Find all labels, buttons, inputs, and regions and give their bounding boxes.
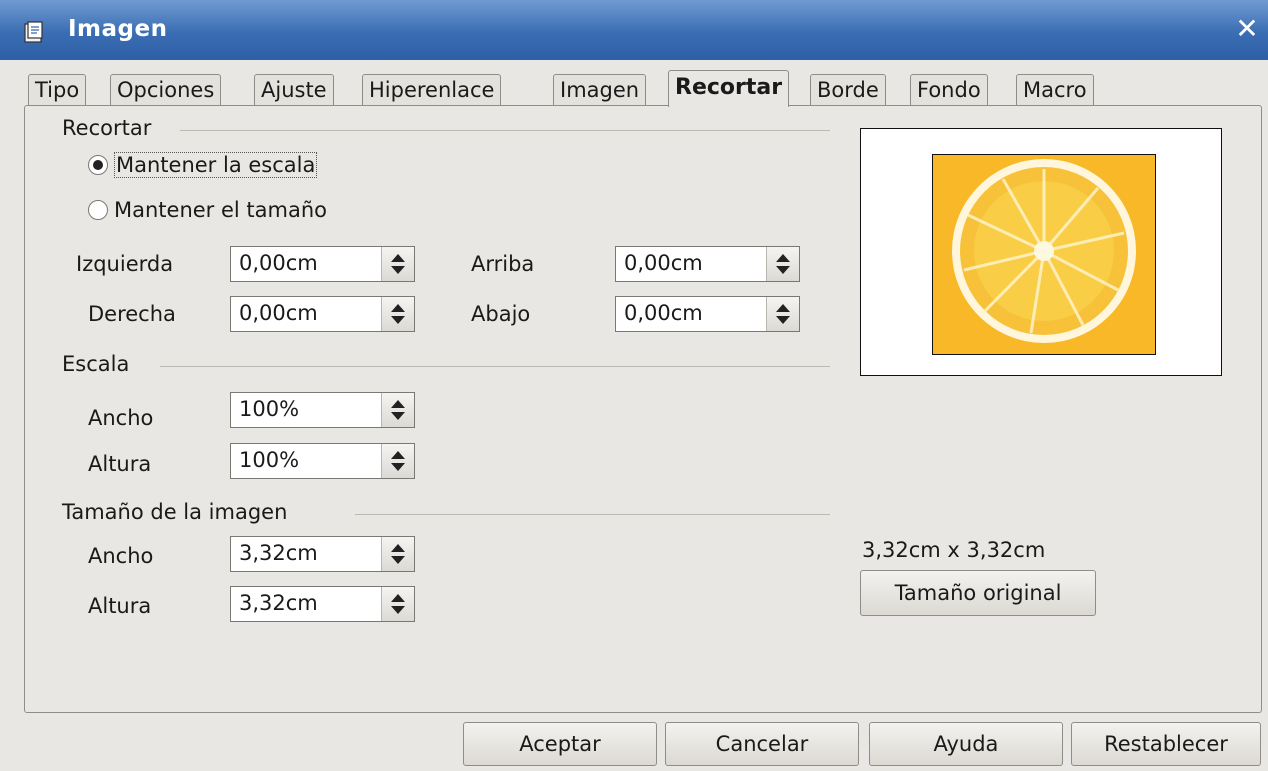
crop-section-label: Recortar xyxy=(62,116,160,140)
document-icon xyxy=(24,21,43,43)
crop-top-value: 0,00cm xyxy=(624,251,703,275)
crop-right-value: 0,00cm xyxy=(239,301,318,325)
image-dimensions-text: 3,32cm x 3,32cm xyxy=(862,538,1046,562)
spin-up-down-icon[interactable] xyxy=(381,247,414,281)
section-divider xyxy=(355,514,830,515)
tab-tipo[interactable]: Tipo xyxy=(28,74,87,105)
tab-opciones[interactable]: Opciones xyxy=(110,74,222,105)
crop-bottom-value: 0,00cm xyxy=(624,301,703,325)
crop-left-label: Izquierda xyxy=(76,252,174,276)
scale-section-label: Escala xyxy=(62,352,138,376)
help-button[interactable]: Ayuda xyxy=(869,722,1063,766)
crop-bottom-label: Abajo xyxy=(471,302,531,326)
ok-button[interactable]: Aceptar xyxy=(463,722,657,766)
image-size-section-label: Tamaño de la imagen xyxy=(62,500,296,524)
crop-top-spinbox[interactable]: 0,00cm xyxy=(615,246,800,282)
tab-fondo[interactable]: Fondo xyxy=(910,74,988,105)
radio-unselected-icon xyxy=(88,200,108,220)
title-bar: Imagen ✕ xyxy=(0,0,1268,60)
crop-right-spinbox[interactable]: 0,00cm xyxy=(230,296,415,332)
image-width-value: 3,32cm xyxy=(239,541,318,565)
tab-borde[interactable]: Borde xyxy=(810,74,886,105)
scale-height-value: 100% xyxy=(239,448,300,472)
reset-button[interactable]: Restablecer xyxy=(1071,722,1261,766)
spin-up-down-icon[interactable] xyxy=(381,393,414,427)
tab-imagen[interactable]: Imagen xyxy=(553,74,647,105)
image-width-label: Ancho xyxy=(88,544,154,568)
crop-top-label: Arriba xyxy=(471,252,535,276)
crop-preview xyxy=(860,128,1222,376)
spin-up-down-icon[interactable] xyxy=(766,297,799,331)
section-divider xyxy=(180,130,830,131)
tab-hiperenlace[interactable]: Hiperenlace xyxy=(362,74,502,105)
tab-ajuste[interactable]: Ajuste xyxy=(254,74,334,105)
scale-width-value: 100% xyxy=(239,397,300,421)
section-divider xyxy=(160,366,830,367)
crop-left-spinbox[interactable]: 0,00cm xyxy=(230,246,415,282)
keep-size-label: Mantener el tamaño xyxy=(114,198,328,222)
tab-recortar[interactable]: Recortar xyxy=(668,70,790,107)
close-icon[interactable]: ✕ xyxy=(1232,14,1262,44)
keep-scale-label: Mantener la escala xyxy=(114,152,318,178)
radio-selected-icon xyxy=(88,155,108,175)
image-height-value: 3,32cm xyxy=(239,591,318,615)
crop-left-value: 0,00cm xyxy=(239,251,318,275)
crop-right-label: Derecha xyxy=(88,302,176,326)
keep-size-radio[interactable]: Mantener el tamaño xyxy=(88,198,327,222)
image-height-spinbox[interactable]: 3,32cm xyxy=(230,586,415,622)
scale-height-spinbox[interactable]: 100% xyxy=(230,443,415,479)
spin-up-down-icon[interactable] xyxy=(381,587,414,621)
spin-up-down-icon[interactable] xyxy=(381,297,414,331)
tab-macro[interactable]: Macro xyxy=(1016,74,1094,105)
scale-width-spinbox[interactable]: 100% xyxy=(230,392,415,428)
image-width-spinbox[interactable]: 3,32cm xyxy=(230,536,415,572)
original-size-button[interactable]: Tamaño original xyxy=(860,570,1096,616)
keep-scale-radio[interactable]: Mantener la escala xyxy=(88,152,318,178)
cancel-button[interactable]: Cancelar xyxy=(665,722,859,766)
crop-bottom-spinbox[interactable]: 0,00cm xyxy=(615,296,800,332)
window-title: Imagen xyxy=(68,16,168,42)
spin-up-down-icon[interactable] xyxy=(381,444,414,478)
preview-image xyxy=(932,154,1156,355)
scale-width-label: Ancho xyxy=(88,406,154,430)
scale-height-label: Altura xyxy=(88,452,152,476)
image-height-label: Altura xyxy=(88,594,152,618)
spin-up-down-icon[interactable] xyxy=(766,247,799,281)
spin-up-down-icon[interactable] xyxy=(381,537,414,571)
orange-slice-icon xyxy=(933,155,1155,354)
